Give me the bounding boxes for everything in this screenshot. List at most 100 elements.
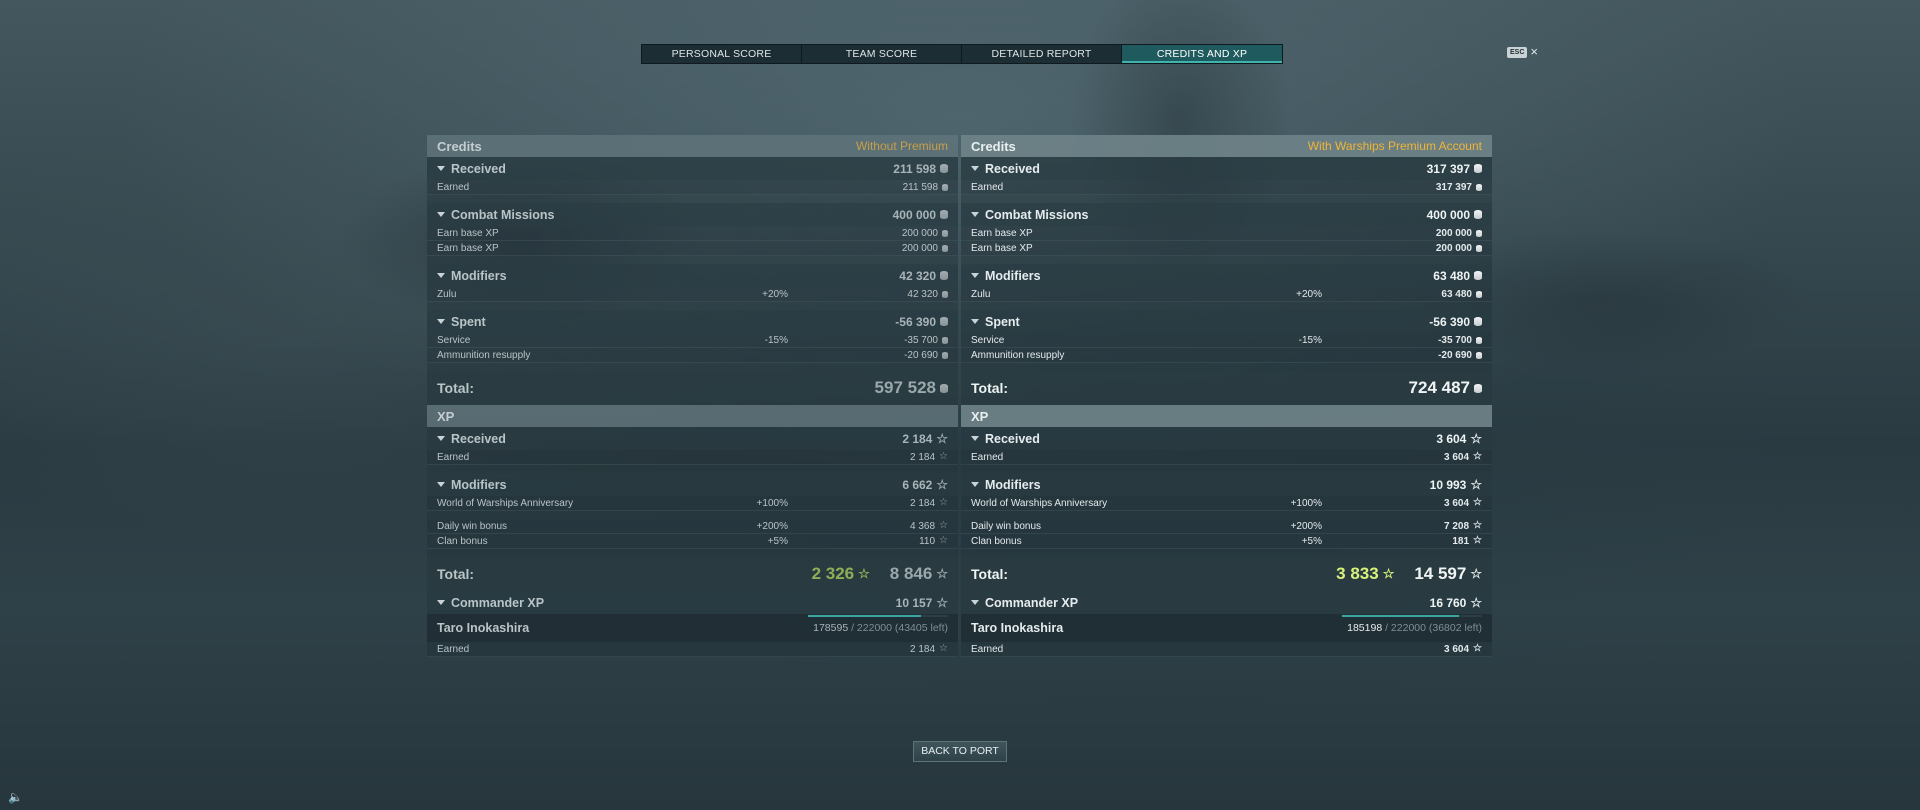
zulu-row: Zulu +20% 63 480: [961, 287, 1492, 302]
clan-bonus-label: Clan bonus: [437, 535, 488, 547]
ammo-label: Ammunition resupply: [971, 349, 1065, 361]
xp-header: XP: [427, 405, 958, 427]
modifiers-label: Modifiers: [451, 268, 507, 283]
ammo-value: -20 690: [1438, 349, 1472, 361]
tab-credits-and-xp[interactable]: CREDITS AND XP: [1122, 45, 1282, 63]
received-label: Received: [451, 161, 506, 176]
zulu-label: Zulu: [971, 288, 991, 300]
xp-received-value: 2 184: [902, 431, 933, 446]
credits-header: Credits With Warships Premium Account: [961, 135, 1492, 157]
commander-xp-remaining: / 222000 (43405 left): [851, 622, 948, 634]
zulu-percent: +20%: [762, 288, 788, 300]
background-haze: [0, 0, 1920, 810]
commander-xp-group[interactable]: Commander XP 16 760 ☆: [961, 591, 1492, 614]
zulu-value: 42 320: [907, 288, 938, 300]
mission-label: Earn base XP: [437, 242, 499, 254]
mission-value: 200 000: [901, 227, 938, 239]
daily-win-percent: +200%: [1290, 520, 1322, 532]
combat-missions-label: Combat Missions: [985, 207, 1089, 222]
tab-personal-score[interactable]: PERSONAL SCORE: [642, 45, 802, 63]
xp-star-icon: ☆: [936, 594, 948, 610]
daily-win-value: 7 208: [1444, 520, 1470, 532]
clan-bonus-row: Clan bonus +5% 181 ☆: [961, 534, 1492, 549]
without-premium-panel: Credits Without Premium Received 211 598…: [427, 135, 958, 680]
modifiers-label: Modifiers: [985, 268, 1041, 283]
commander-xp-value: 10 157: [895, 595, 933, 610]
service-percent: -15%: [1298, 334, 1322, 346]
received-group[interactable]: Received 211 598: [427, 157, 958, 180]
daily-win-label: Daily win bonus: [437, 520, 508, 532]
collapse-caret-icon: [437, 212, 445, 217]
xp-star-icon: ☆: [936, 476, 948, 492]
anniversary-label: World of Warships Anniversary: [971, 497, 1108, 509]
xp-title: XP: [437, 408, 455, 424]
earned-label: Earned: [437, 181, 470, 193]
credits-header: Credits Without Premium: [427, 135, 958, 157]
credits-title: Credits: [971, 138, 1016, 154]
credits-icon: [942, 183, 948, 191]
base-xp-star-icon: ☆: [1382, 566, 1395, 581]
credits-icon: [1476, 229, 1482, 237]
clan-bonus-percent: +5%: [767, 535, 788, 547]
ammo-row: Ammunition resupply -20 690: [961, 348, 1492, 363]
service-value: -35 700: [1438, 334, 1472, 346]
xp-star-icon: ☆: [939, 451, 948, 462]
credits-icon: [940, 210, 948, 219]
commander-xp-group[interactable]: Commander XP 10 157 ☆: [427, 591, 958, 614]
sound-icon[interactable]: 🔈: [8, 790, 23, 804]
commander-progress-bar: [808, 615, 948, 617]
xp-modifiers-group[interactable]: Modifiers 10 993 ☆: [961, 473, 1492, 496]
xp-total: Total: 3 833 ☆ 14 597 ☆: [961, 557, 1492, 591]
xp-earned-row: Earned 2 184 ☆: [427, 450, 958, 465]
credits-icon: [940, 383, 948, 393]
earned-value: 211 598: [902, 181, 938, 193]
credits-icon: [1476, 183, 1482, 191]
xp-received-label: Received: [985, 431, 1040, 446]
service-row: Service -15% -35 700: [427, 333, 958, 348]
anniversary-row: World of Warships Anniversary +100% 2 18…: [427, 496, 958, 511]
spent-group[interactable]: Spent -56 390: [961, 310, 1492, 333]
modifiers-group[interactable]: Modifiers 63 480: [961, 264, 1492, 287]
daily-win-row: Daily win bonus +200% 4 368 ☆: [427, 519, 958, 534]
ammo-label: Ammunition resupply: [437, 349, 531, 361]
credits-icon: [942, 290, 948, 298]
spent-value: -56 390: [895, 314, 936, 329]
credits-title: Credits: [437, 138, 482, 154]
combat-missions-group[interactable]: Combat Missions 400 000: [427, 203, 958, 226]
credits-icon: [1474, 317, 1482, 326]
commander-xp-current: 178595: [813, 622, 849, 634]
xp-earned-label: Earned: [437, 451, 470, 463]
credits-icon: [940, 164, 948, 173]
xp-star-icon: ☆: [936, 430, 948, 446]
combat-missions-group[interactable]: Combat Missions 400 000: [961, 203, 1492, 226]
received-value: 211 598: [893, 161, 936, 176]
service-row: Service -15% -35 700: [961, 333, 1492, 348]
back-to-port-button[interactable]: BACK TO PORT: [913, 741, 1007, 762]
xp-star-icon: ☆: [936, 566, 948, 581]
credits-icon: [942, 244, 948, 252]
clan-bonus-percent: +5%: [1301, 535, 1322, 547]
xp-received-group[interactable]: Received 2 184 ☆: [427, 427, 958, 450]
xp-header: XP: [961, 405, 1492, 427]
xp-modifiers-value: 10 993: [1429, 477, 1467, 492]
xp-star-icon: ☆: [1470, 594, 1482, 610]
tab-team-score[interactable]: TEAM SCORE: [802, 45, 962, 63]
xp-received-value: 3 604: [1436, 431, 1467, 446]
tab-detailed-report[interactable]: DETAILED REPORT: [962, 45, 1122, 63]
clan-bonus-value: 181: [1452, 535, 1470, 547]
spent-group[interactable]: Spent -56 390: [427, 310, 958, 333]
credits-total-value: 597 528: [874, 378, 936, 397]
received-group[interactable]: Received 317 397: [961, 157, 1492, 180]
xp-modifiers-label: Modifiers: [451, 477, 507, 492]
mission-row: Earn base XP 200 000: [961, 226, 1492, 241]
xp-title: XP: [971, 408, 989, 424]
close-button[interactable]: ESC ×: [1507, 45, 1538, 58]
spent-label: Spent: [985, 314, 1020, 329]
xp-modifiers-group[interactable]: Modifiers 6 662 ☆: [427, 473, 958, 496]
anniversary-percent: +100%: [756, 497, 788, 509]
received-label: Received: [985, 161, 1040, 176]
modifiers-group[interactable]: Modifiers 42 320: [427, 264, 958, 287]
collapse-caret-icon: [971, 600, 979, 605]
xp-received-group[interactable]: Received 3 604 ☆: [961, 427, 1492, 450]
mission-value: 200 000: [1435, 227, 1472, 239]
